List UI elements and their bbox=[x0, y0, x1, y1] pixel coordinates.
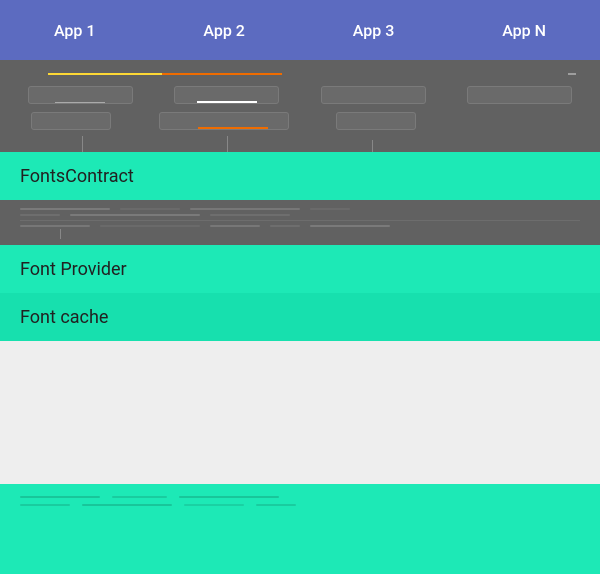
app-tabs-bar: App 1 App 2 App 3 App N bbox=[0, 0, 600, 60]
font-provider-section: Font Provider bbox=[0, 245, 600, 293]
main-container: App 1 App 2 App 3 App N bbox=[0, 0, 600, 574]
fonts-contract-label: FontsContract bbox=[20, 152, 134, 201]
app-tab-1[interactable]: App 1 bbox=[38, 13, 112, 48]
middle-gray-section bbox=[0, 200, 600, 245]
app3-box bbox=[321, 86, 426, 104]
bottom-teal-area bbox=[0, 484, 600, 574]
apps-internal-section bbox=[0, 60, 600, 152]
app-tab-3[interactable]: App 3 bbox=[337, 13, 411, 48]
app1-box bbox=[28, 86, 133, 104]
appn-box bbox=[467, 86, 572, 104]
app1-box2 bbox=[31, 112, 111, 130]
fonts-contract-section: FontsContract bbox=[0, 152, 600, 200]
font-provider-label: Font Provider bbox=[20, 245, 127, 294]
font-cache-label: Font cache bbox=[20, 293, 108, 342]
app-tab-n[interactable]: App N bbox=[486, 13, 562, 48]
app-tab-2[interactable]: App 2 bbox=[187, 13, 261, 48]
app2-box bbox=[174, 86, 279, 104]
spacer bbox=[464, 112, 569, 130]
app2-box2 bbox=[159, 112, 289, 130]
app3-box2 bbox=[336, 112, 416, 130]
font-cache-section: Font cache bbox=[0, 293, 600, 341]
